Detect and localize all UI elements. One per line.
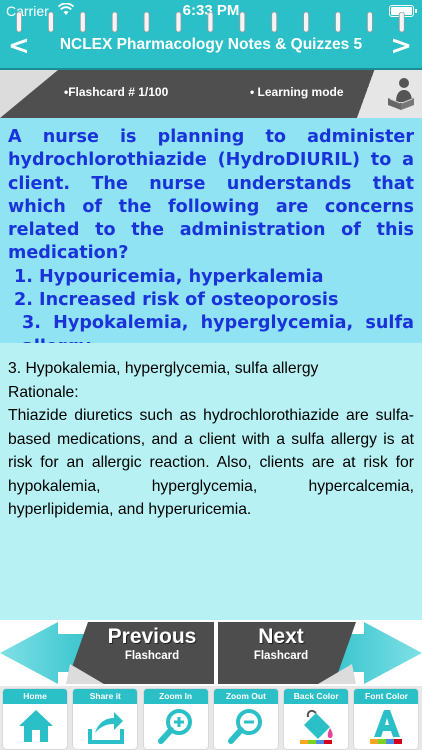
- back-color-button[interactable]: Back Color: [281, 686, 351, 750]
- flashcard-counter: •Flashcard # 1/100: [64, 85, 169, 99]
- paint-bucket-icon: [300, 709, 333, 744]
- previous-flashcard-button[interactable]: Previous Flashcard: [90, 620, 214, 686]
- zoom-in-icon: [157, 709, 192, 744]
- spiral-binding: [0, 12, 422, 34]
- info-bar-corner-left: [0, 70, 58, 118]
- correct-answer: 3. Hypokalemia, hyperglycemia, sulfa all…: [8, 360, 319, 377]
- rationale-label: Rationale:: [8, 383, 79, 401]
- app-title: NCLEX Pharmacology Notes & Quizzes 5: [59, 36, 363, 53]
- binding-ring: [79, 12, 86, 33]
- binding-ring: [111, 12, 118, 33]
- binding-ring: [367, 12, 373, 33]
- binding-ring: [303, 12, 309, 33]
- option-1[interactable]: 1. Hypouricemia, hyperkalemia: [8, 266, 414, 289]
- previous-arrow-icon[interactable]: <: [8, 32, 30, 60]
- zoom-in-label: Zoom In: [143, 689, 208, 704]
- info-bar: •Flashcard # 1/100 • Learning mode: [0, 70, 422, 118]
- binding-ring: [335, 12, 341, 33]
- binding-ring: [207, 12, 214, 33]
- answer-panel: 3. Hypokalemia, hyperglycemia, sulfa all…: [0, 343, 422, 620]
- next-label: Next: [258, 625, 304, 648]
- question-text: A nurse is planning to administer hydroc…: [8, 127, 414, 264]
- binding-ring: [16, 12, 22, 33]
- binding-ring: [398, 12, 405, 33]
- zoom-in-button[interactable]: Zoom In: [141, 686, 211, 750]
- share-label: Share it: [73, 689, 138, 704]
- navigation-area: Previous Flashcard Next Flashcard: [0, 620, 422, 686]
- home-button[interactable]: Home: [0, 686, 70, 750]
- font-color-icon: [370, 710, 403, 744]
- home-label: Home: [3, 689, 67, 704]
- binding-ring: [239, 12, 246, 33]
- back-color-label: Back Color: [284, 689, 349, 704]
- share-icon: [88, 712, 125, 744]
- zoom-out-label: Zoom Out: [213, 689, 278, 704]
- share-button[interactable]: Share it: [70, 686, 140, 750]
- font-color-button[interactable]: Font Color: [351, 686, 421, 750]
- next-flashcard-button[interactable]: Next Flashcard: [218, 620, 344, 686]
- binding-ring: [48, 12, 54, 33]
- mode-label: • Learning mode: [250, 85, 344, 99]
- rationale-text: Thiazide diuretics such as hydrochloroth…: [8, 407, 414, 518]
- binding-ring: [143, 12, 150, 33]
- next-sublabel: Flashcard: [253, 650, 309, 662]
- zoom-out-icon: [227, 709, 262, 744]
- previous-label: Previous: [107, 625, 197, 648]
- previous-sublabel: Flashcard: [124, 650, 180, 662]
- bottom-toolbar: Home Share it Zoom In Zoom Out Back Colo…: [0, 686, 422, 750]
- binding-ring: [175, 12, 182, 33]
- home-icon: [19, 710, 53, 742]
- zoom-out-button[interactable]: Zoom Out: [211, 686, 281, 750]
- question-panel: A nurse is planning to administer hydroc…: [0, 118, 422, 357]
- binding-ring: [271, 12, 278, 33]
- font-color-label: Font Color: [354, 689, 419, 704]
- next-arrow-icon[interactable]: >: [390, 32, 412, 60]
- reader-icon: [384, 76, 418, 116]
- option-2[interactable]: 2. Increased risk of osteoporosis: [8, 289, 414, 312]
